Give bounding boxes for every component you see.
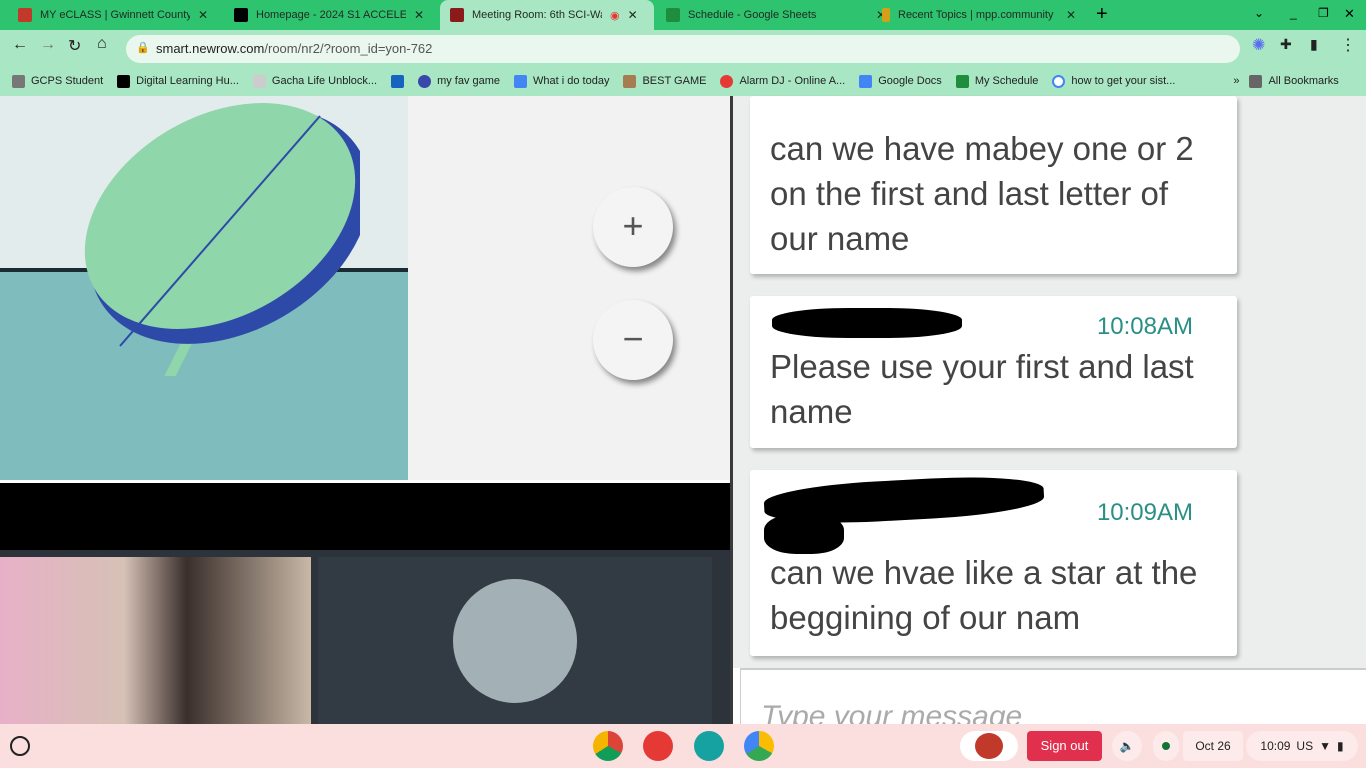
bookmark-label: Gacha Life Unblock... <box>271 75 378 87</box>
close-tab-icon[interactable]: ✕ <box>198 8 208 22</box>
zoom-in-button[interactable]: + <box>593 187 673 267</box>
bookmark-e[interactable] <box>391 74 405 88</box>
bookmark-fav-game[interactable]: my fav game <box>418 74 501 88</box>
bookmark-label: Digital Learning Hu... <box>136 75 239 87</box>
chat-message: can we have mabey one or 2 on the first … <box>750 96 1237 274</box>
extension-sun-icon[interactable]: ✺ <box>1252 35 1265 55</box>
sign-out-button[interactable]: Sign out <box>1027 731 1102 761</box>
tab-title: Schedule - Google Sheets <box>688 9 817 21</box>
more-bookmarks-button[interactable]: » <box>1233 75 1239 87</box>
menu-icon[interactable]: ⋮ <box>1340 35 1356 55</box>
tab-title: MY eCLASS | Gwinnett County P <box>40 9 190 21</box>
clock: 10:09 <box>1260 739 1291 753</box>
redacted-author-scribble <box>764 514 844 554</box>
message-text: can we have mabey one or 2 on the first … <box>770 130 1194 257</box>
lock-icon: 🔒 <box>136 42 150 54</box>
input-method: US <box>1296 739 1314 753</box>
url-path: /room/nr2/?room_id=yon-762 <box>264 41 433 56</box>
close-tab-icon[interactable]: ✕ <box>1066 8 1076 22</box>
tab-title: Recent Topics | mpp.community <box>898 9 1054 21</box>
tab-title: Homepage - 2024 S1 ACCELER <box>256 9 406 21</box>
bookmark-google[interactable]: how to get your sist... <box>1052 74 1176 88</box>
tab-title: Meeting Room: 6th SCI-Wall <box>472 9 602 21</box>
eclass-favicon-icon <box>18 8 32 22</box>
tab-recent-topics[interactable]: Recent Topics | mpp.community ✕ <box>872 0 1086 30</box>
bookmarks-bar: GCPS Student Digital Learning Hu... Gach… <box>0 66 1366 96</box>
message-time: 10:08AM <box>1096 313 1193 340</box>
tab-strip: MY eCLASS | Gwinnett County P ✕ Homepage … <box>0 0 1366 30</box>
system-tray[interactable]: 10:09 US ▼ ▮ <box>1246 731 1358 761</box>
tab-homepage[interactable]: Homepage - 2024 S1 ACCELER ✕ <box>224 0 434 30</box>
bookmark-label: What i do today <box>533 75 610 87</box>
chrome-icon[interactable] <box>593 731 623 761</box>
chat-message: 10:09AM can we hvae like a star at the b… <box>750 470 1237 656</box>
recording-icon: ◉ <box>610 9 620 22</box>
tab-meeting-room[interactable]: Meeting Room: 6th SCI-Wall ◉ ✕ <box>440 0 654 30</box>
message-input[interactable]: Type your message <box>740 668 1366 724</box>
bookmark-d2l[interactable]: Digital Learning Hu... <box>117 74 239 88</box>
chat-message: 10:08AM Please use your first and last n… <box>750 296 1237 448</box>
bookmark-label: my fav game <box>437 75 501 87</box>
toolbar-strip <box>0 483 730 550</box>
classroom-app-icon[interactable] <box>694 731 724 761</box>
status-dot-icon[interactable] <box>1153 731 1179 761</box>
d2l-favicon-icon <box>234 8 248 22</box>
sheets-favicon-icon <box>666 8 680 22</box>
bookmark-label: My Schedule <box>974 75 1039 87</box>
wifi-icon: ▼ <box>1319 739 1331 753</box>
monstera-leaf-icon <box>84 103 360 376</box>
zoom-out-button[interactable]: − <box>593 300 673 380</box>
new-tab-button[interactable]: + <box>1096 3 1108 26</box>
tab-schedule[interactable]: Schedule - Google Sheets✕ <box>656 0 896 30</box>
participant-video-off[interactable] <box>318 557 712 724</box>
bookmark-docs[interactable]: Google Docs <box>859 74 942 88</box>
bookmark-gcps[interactable]: GCPS Student <box>12 74 104 88</box>
google-drive-icon[interactable] <box>744 731 774 761</box>
restore-icon[interactable]: ❐ <box>1318 6 1329 20</box>
bookmark-what-i-do[interactable]: What i do today <box>514 74 610 88</box>
forward-icon[interactable]: → <box>40 36 56 54</box>
close-window-icon[interactable]: ✕ <box>1344 6 1355 22</box>
newrow-favicon-icon <box>450 8 464 22</box>
bookmark-label: Google Docs <box>878 75 942 87</box>
bookmark-gacha[interactable]: Gacha Life Unblock... <box>252 74 378 88</box>
tab-eclass[interactable]: MY eCLASS | Gwinnett County P ✕ <box>8 0 218 30</box>
bookmark-best-game[interactable]: BEST GAME <box>623 74 707 88</box>
date-display[interactable]: Oct 26 <box>1183 731 1243 761</box>
message-time: 10:09AM <box>1096 499 1193 526</box>
tab-search-icon[interactable]: ⌄ <box>1254 6 1264 20</box>
close-tab-icon[interactable]: ✕ <box>628 8 638 22</box>
close-tab-icon[interactable]: ✕ <box>414 8 424 22</box>
bookmark-label: Alarm DJ - Online A... <box>739 75 846 87</box>
canvas-paint-icon[interactable] <box>643 731 673 761</box>
extensions-puzzle-icon[interactable]: ✚ <box>1280 36 1292 53</box>
bookmark-label: GCPS Student <box>31 75 104 87</box>
redacted-author <box>772 308 962 338</box>
message-text: can we hvae like a star at the beggining… <box>770 554 1198 636</box>
whiteboard-image <box>0 96 408 480</box>
bookmark-schedule[interactable]: My Schedule <box>955 74 1039 88</box>
minimize-icon[interactable]: _ <box>1290 6 1297 20</box>
avatar-placeholder <box>453 579 577 703</box>
all-bookmarks[interactable]: All Bookmarks <box>1249 74 1339 88</box>
bookmark-label: BEST GAME <box>642 75 707 87</box>
back-icon[interactable]: ← <box>12 36 28 54</box>
address-bar[interactable]: 🔒 smart.newrow.com/room/nr2/?room_id=yon… <box>126 35 1240 63</box>
launcher-icon[interactable] <box>10 736 30 756</box>
whiteboard-canvas[interactable] <box>408 96 730 480</box>
side-panel-icon[interactable]: ▮ <box>1310 36 1318 53</box>
bookmark-label: how to get your sist... <box>1071 75 1176 87</box>
reload-icon[interactable]: ↻ <box>68 36 81 56</box>
bookmark-label: All Bookmarks <box>1268 75 1339 87</box>
message-text: Please use your first and last name <box>770 348 1194 430</box>
treble-clef-favicon-icon <box>882 8 890 22</box>
bookmark-alarm[interactable]: Alarm DJ - Online A... <box>720 74 846 88</box>
url-host: smart.newrow.com <box>156 41 265 56</box>
battery-icon: ▮ <box>1336 739 1344 753</box>
home-icon[interactable]: ⌂ <box>97 35 107 53</box>
participant-video[interactable] <box>0 557 311 724</box>
phone-hub-avatar[interactable] <box>960 731 1018 761</box>
volume-icon[interactable]: 🔈 <box>1112 731 1142 761</box>
